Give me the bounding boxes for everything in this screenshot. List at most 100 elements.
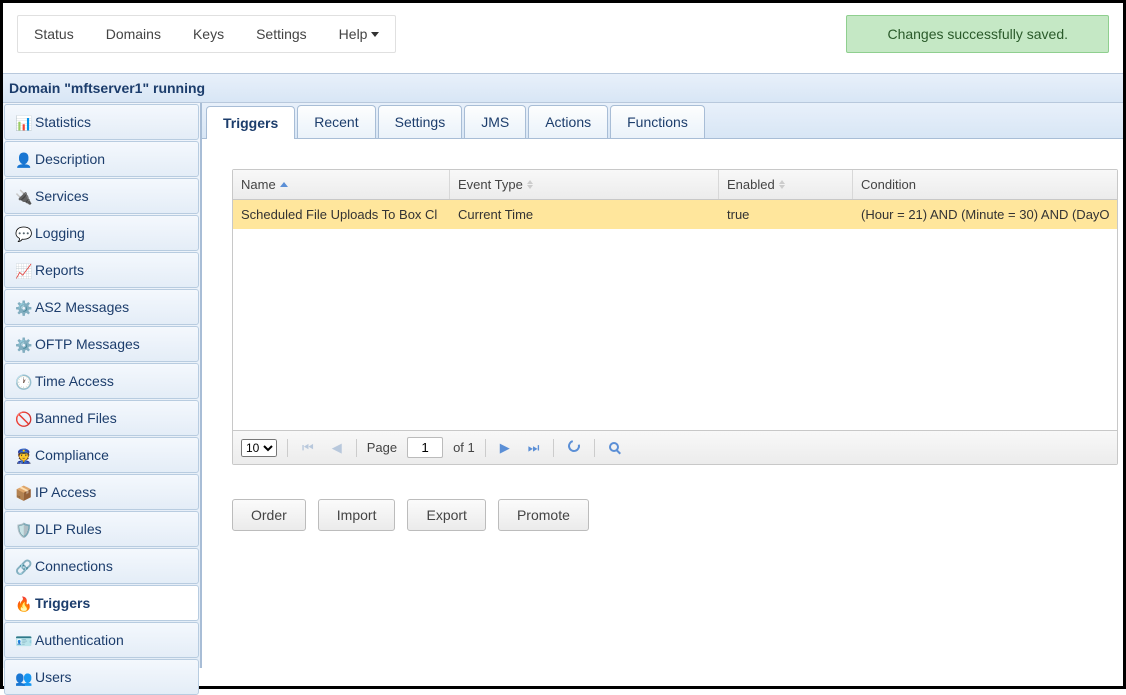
search-icon bbox=[609, 442, 619, 452]
sidebar-item-users[interactable]: 👥 Users bbox=[4, 659, 199, 695]
sidebar-item-connections[interactable]: 🔗 Connections bbox=[4, 548, 199, 584]
nav-help-label: Help bbox=[339, 26, 368, 42]
prev-page-button[interactable]: ◀ bbox=[328, 440, 346, 456]
cell-name: Scheduled File Uploads To Box Cl bbox=[233, 200, 450, 229]
sidebar: 📊Statistics 👤 Description 🔌 Services 💬 Logg… bbox=[3, 103, 202, 668]
sidebar-item-dlp-rules[interactable]: 🛡️ DLP Rules bbox=[4, 511, 199, 547]
sidebar-item-time-access[interactable]: 🕐Time Access bbox=[4, 363, 199, 399]
sidebar-item-label: Banned Files bbox=[35, 410, 117, 426]
col-header-event-type[interactable]: Event Type bbox=[450, 170, 719, 199]
sidebar-item-label: Triggers bbox=[35, 595, 90, 611]
sidebar-item-description[interactable]: 👤 Description bbox=[4, 141, 199, 177]
sort-icon bbox=[527, 180, 533, 189]
gears-icon: ⚙️ bbox=[15, 337, 29, 351]
tab-triggers[interactable]: Triggers bbox=[206, 106, 295, 139]
col-header-label: Event Type bbox=[458, 177, 523, 192]
tab-actions[interactable]: Actions bbox=[528, 105, 608, 138]
sidebar-item-services[interactable]: 🔌 Services bbox=[4, 178, 199, 214]
cell-enabled: true bbox=[719, 200, 853, 229]
sidebar-item-triggers[interactable]: 🔥 Triggers bbox=[4, 585, 199, 621]
page-size-select[interactable]: 10 bbox=[241, 439, 277, 457]
link-icon: 🔗 bbox=[15, 559, 29, 573]
order-button[interactable]: Order bbox=[232, 499, 306, 531]
import-button[interactable]: Import bbox=[318, 499, 396, 531]
nav-domains[interactable]: Domains bbox=[90, 16, 177, 52]
sidebar-item-ip-access[interactable]: 📦 IP Access bbox=[4, 474, 199, 510]
table-row[interactable]: Scheduled File Uploads To Box Cl Current… bbox=[233, 200, 1117, 229]
promote-button[interactable]: Promote bbox=[498, 499, 589, 531]
sidebar-item-label: DLP Rules bbox=[35, 521, 102, 537]
nav-status[interactable]: Status bbox=[18, 16, 90, 52]
sidebar-item-compliance[interactable]: 👮Compliance bbox=[4, 437, 199, 473]
shield-icon: 🛡️ bbox=[15, 522, 29, 536]
separator bbox=[553, 439, 554, 457]
chart-icon: 📊 bbox=[15, 115, 29, 129]
col-header-name[interactable]: Name bbox=[233, 170, 450, 199]
first-page-button[interactable]: ⏮ bbox=[298, 440, 318, 456]
success-banner: Changes successfully saved. bbox=[846, 15, 1109, 53]
plug-icon: 🔌 bbox=[15, 189, 29, 203]
search-button[interactable] bbox=[605, 440, 623, 455]
flame-icon: 🔥 bbox=[15, 596, 29, 610]
sort-asc-icon bbox=[280, 182, 288, 187]
domain-status-bar: Domain "mftserver1" running bbox=[3, 73, 1123, 103]
person-icon: 👤 bbox=[15, 152, 29, 166]
chevron-down-icon bbox=[371, 32, 379, 37]
nav-keys[interactable]: Keys bbox=[177, 16, 240, 52]
sidebar-item-label: Services bbox=[35, 188, 89, 204]
separator bbox=[356, 439, 357, 457]
triggers-grid: Name Event Type Enabled Condition bbox=[232, 169, 1118, 465]
refresh-icon bbox=[566, 438, 582, 454]
nav-help[interactable]: Help bbox=[323, 16, 396, 52]
col-header-enabled[interactable]: Enabled bbox=[719, 170, 853, 199]
nav-settings[interactable]: Settings bbox=[240, 16, 323, 52]
sidebar-item-oftp[interactable]: ⚙️ OFTP Messages bbox=[4, 326, 199, 362]
card-icon: 🪪 bbox=[15, 633, 29, 647]
tab-settings[interactable]: Settings bbox=[378, 105, 463, 138]
sidebar-item-label: IP Access bbox=[35, 484, 96, 500]
sidebar-item-label: Description bbox=[35, 151, 105, 167]
sidebar-item-logging[interactable]: 💬 Logging bbox=[4, 215, 199, 251]
sidebar-item-label: Users bbox=[35, 669, 72, 685]
cell-event-type: Current Time bbox=[450, 200, 719, 229]
col-header-condition[interactable]: Condition bbox=[853, 170, 1117, 199]
cell-condition: (Hour = 21) AND (Minute = 30) AND (DayO bbox=[853, 200, 1117, 229]
separator bbox=[594, 439, 595, 457]
sidebar-item-label: Logging bbox=[35, 225, 85, 241]
page-input[interactable] bbox=[407, 437, 443, 458]
pager: 10 ⏮ ◀ Page of 1 ▶ ⏭ bbox=[233, 430, 1117, 464]
sidebar-item-statistics[interactable]: 📊Statistics bbox=[4, 104, 199, 140]
sidebar-item-label: AS2 Messages bbox=[35, 299, 129, 315]
tab-recent[interactable]: Recent bbox=[297, 105, 375, 138]
sidebar-item-label: Authentication bbox=[35, 632, 124, 648]
col-header-label: Condition bbox=[861, 177, 916, 192]
export-button[interactable]: Export bbox=[407, 499, 485, 531]
col-header-label: Enabled bbox=[727, 177, 775, 192]
sidebar-item-label: Time Access bbox=[35, 373, 114, 389]
next-page-button[interactable]: ▶ bbox=[496, 440, 514, 456]
tabbar: Triggers Recent Settings JMS Actions Fun… bbox=[202, 103, 1123, 139]
tab-jms[interactable]: JMS bbox=[464, 105, 526, 138]
top-nav: Status Domains Keys Settings Help bbox=[17, 15, 396, 53]
sidebar-item-authentication[interactable]: 🪪 Authentication bbox=[4, 622, 199, 658]
gears-icon: ⚙️ bbox=[15, 300, 29, 314]
last-page-button[interactable]: ⏭ bbox=[524, 440, 544, 456]
box-icon: 📦 bbox=[15, 485, 29, 499]
separator bbox=[287, 439, 288, 457]
page-label: Page bbox=[367, 440, 397, 455]
action-buttons: Order Import Export Promote bbox=[232, 499, 1123, 531]
page-of-label: of 1 bbox=[453, 440, 475, 455]
tab-functions[interactable]: Functions bbox=[610, 105, 705, 138]
sidebar-item-as2[interactable]: ⚙️ AS2 Messages bbox=[4, 289, 199, 325]
sidebar-item-label: Reports bbox=[35, 262, 84, 278]
users-icon: 👥 bbox=[15, 670, 29, 684]
sidebar-item-banned-files[interactable]: 🚫Banned Files bbox=[4, 400, 199, 436]
sidebar-item-label: Connections bbox=[35, 558, 113, 574]
chat-icon: 💬 bbox=[15, 226, 29, 240]
sort-icon bbox=[779, 180, 785, 189]
separator bbox=[485, 439, 486, 457]
sidebar-item-reports[interactable]: 📈 Reports bbox=[4, 252, 199, 288]
sidebar-item-label: OFTP Messages bbox=[35, 336, 140, 352]
bars-icon: 📈 bbox=[15, 263, 29, 277]
refresh-button[interactable] bbox=[564, 440, 584, 455]
